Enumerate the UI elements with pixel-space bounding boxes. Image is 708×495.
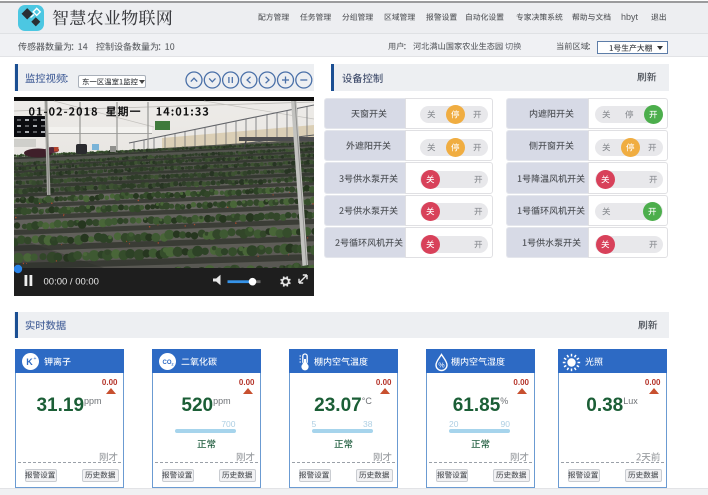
svg-text:00:00 / 00:00: 00:00 / 00:00 — [44, 277, 99, 288]
svg-text:K: K — [26, 357, 33, 367]
svg-text:+: + — [33, 356, 36, 362]
svg-text:%: % — [438, 362, 444, 369]
